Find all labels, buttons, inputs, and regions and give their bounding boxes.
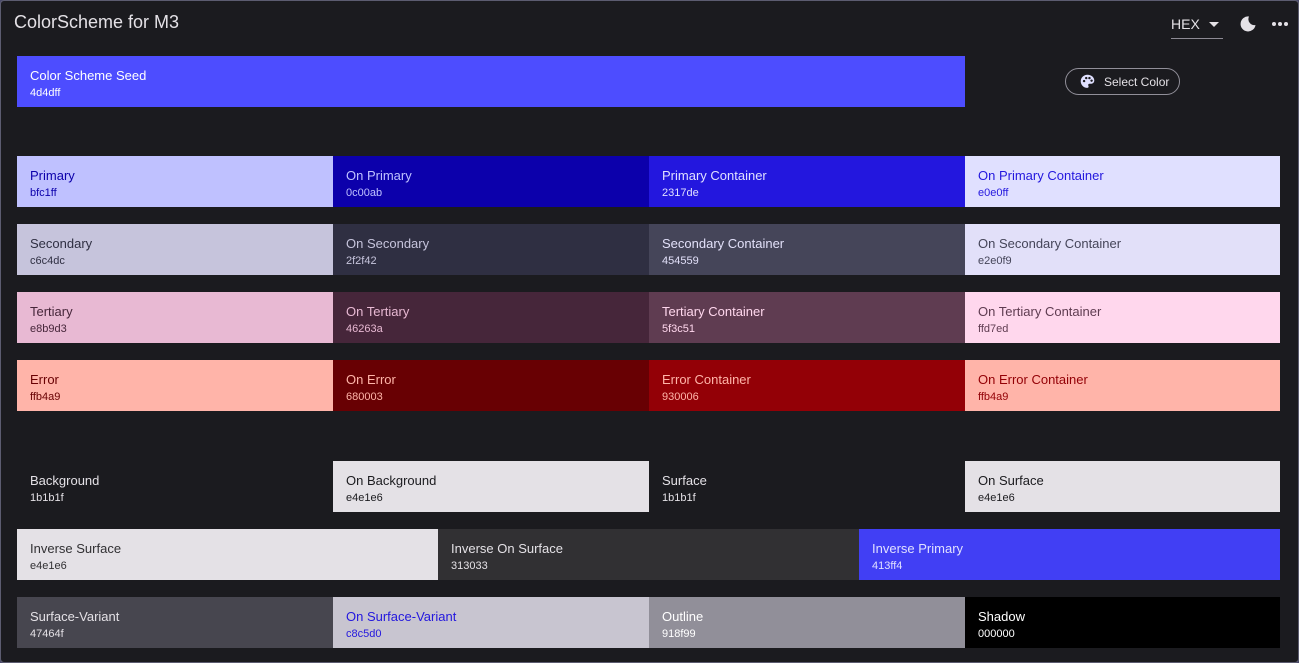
color-name: On Error [346,372,396,387]
color-tile-on-error[interactable]: On Error 680003 [333,360,649,411]
color-tile-inverse-primary[interactable]: Inverse Primary 413ff4 [859,529,1280,580]
chevron-down-icon [1209,22,1219,27]
color-name: On Error Container [978,372,1088,387]
color-hex: 680003 [346,391,383,403]
color-name: Tertiary [30,304,73,319]
color-tile-on-background[interactable]: On Background e4e1e6 [333,461,649,512]
color-hex: 1b1b1f [662,492,696,504]
palette-icon [1080,74,1095,88]
color-tile-on-error-container[interactable]: On Error Container ffb4a9 [965,360,1280,411]
color-name: On Primary Container [978,168,1104,183]
color-name: Tertiary Container [662,304,765,319]
color-tile-on-tertiary-container[interactable]: On Tertiary Container ffd7ed [965,292,1280,343]
color-tile-on-secondary-container[interactable]: On Secondary Container e2e0f9 [965,224,1280,275]
color-hex: e8b9d3 [30,323,67,335]
color-name: Inverse Primary [872,541,964,556]
color-hex: e2e0f9 [978,255,1012,267]
color-tile-on-surface-variant[interactable]: On Surface-Variant c8c5d0 [333,597,649,648]
color-hex: ffb4a9 [30,391,61,403]
color-hex: 930006 [662,391,699,403]
color-hex: c8c5d0 [346,628,382,640]
seed-label: Color Scheme Seed [30,68,147,83]
color-hex: 46263a [346,323,383,335]
color-tile-on-primary[interactable]: On Primary 0c00ab [333,156,649,207]
color-tile-primary-container[interactable]: Primary Container 2317de [649,156,965,207]
color-hex: 5f3c51 [662,323,696,335]
color-tile-surface-variant[interactable]: Surface-Variant 47464f [17,597,333,648]
color-name: On Surface [978,473,1044,488]
color-name: Inverse Surface [30,541,122,556]
color-tile-outline[interactable]: Outline 918f99 [649,597,965,648]
theme-toggle-button[interactable] [1238,14,1258,34]
color-name: On Secondary Container [978,236,1122,251]
color-tile-error[interactable]: Error ffb4a9 [17,360,333,411]
color-name: Shadow [978,609,1025,624]
color-hex: 918f99 [662,628,696,640]
color-hex: 1b1b1f [30,492,64,504]
color-name: Primary Container [662,168,767,183]
color-name: Primary [30,168,75,183]
color-tile-on-tertiary[interactable]: On Tertiary 46263a [333,292,649,343]
seed-color-card[interactable]: Color Scheme Seed 4d4dff [17,56,965,107]
more-options-button[interactable] [1270,14,1290,34]
color-name: Outline [662,609,704,624]
color-hex: 313033 [451,560,488,572]
color-hex: 47464f [30,628,64,640]
color-hex: 2317de [662,187,699,199]
color-hex: ffb4a9 [978,391,1009,403]
select-color-button[interactable]: Select Color [1065,68,1180,95]
top-app-bar: ColorScheme for M3 HEX [1,1,1298,47]
color-hex: 000000 [978,628,1015,640]
color-tile-tertiary[interactable]: Tertiary e8b9d3 [17,292,333,343]
color-tile-surface[interactable]: Surface 1b1b1f [649,461,965,512]
color-name: On Background [346,473,437,488]
color-tile-error-container[interactable]: Error Container 930006 [649,360,965,411]
color-name: Inverse On Surface [451,541,563,556]
color-tile-inverse-on-surface[interactable]: Inverse On Surface 313033 [438,529,859,580]
color-tile-secondary-container[interactable]: Secondary Container 454559 [649,224,965,275]
dark-mode-moon-icon [1240,16,1256,32]
color-tile-tertiary-container[interactable]: Tertiary Container 5f3c51 [649,292,965,343]
color-hex: ffd7ed [978,323,1009,335]
color-hex: 0c00ab [346,187,383,199]
color-name: Secondary Container [662,236,785,251]
color-hex: e4e1e6 [30,560,67,572]
color-name: Error [30,372,59,387]
more-horizontal-icon [1272,22,1288,26]
color-tile-on-secondary[interactable]: On Secondary 2f2f42 [333,224,649,275]
color-hex: e4e1e6 [978,492,1015,504]
color-name: Surface-Variant [30,609,120,624]
color-tile-secondary[interactable]: Secondary c6c4dc [17,224,333,275]
color-tile-background[interactable]: Background 1b1b1f [17,461,333,512]
color-tile-shadow[interactable]: Shadow 000000 [965,597,1280,648]
color-tile-inverse-surface[interactable]: Inverse Surface e4e1e6 [17,529,438,580]
color-name: Error Container [662,372,751,387]
color-hex: 413ff4 [872,560,903,572]
color-hex: c6c4dc [30,255,65,267]
color-name: On Primary [346,168,412,183]
select-color-label: Select Color [1104,75,1170,89]
app-window: ColorScheme for M3 HEX Color Scheme Seed… [0,0,1299,663]
color-format-dropdown[interactable]: HEX [1171,12,1223,39]
seed-hex: 4d4dff [30,87,61,99]
color-name: On Tertiary Container [978,304,1102,319]
color-name: On Tertiary [346,304,410,319]
color-hex: 2f2f42 [346,255,377,267]
color-tile-on-surface[interactable]: On Surface e4e1e6 [965,461,1280,512]
color-hex: 454559 [662,255,699,267]
color-format-value: HEX [1171,16,1200,32]
color-tile-on-primary-container[interactable]: On Primary Container e0e0ff [965,156,1280,207]
color-name: On Secondary [346,236,430,251]
color-name: Surface [662,473,707,488]
app-title: ColorScheme for M3 [14,12,180,32]
color-name: On Surface-Variant [346,609,457,624]
color-tile-primary[interactable]: Primary bfc1ff [17,156,333,207]
color-hex: bfc1ff [30,187,57,199]
color-hex: e4e1e6 [346,492,383,504]
color-hex: e0e0ff [978,187,1009,199]
color-name: Background [30,473,100,488]
color-name: Secondary [30,236,93,251]
